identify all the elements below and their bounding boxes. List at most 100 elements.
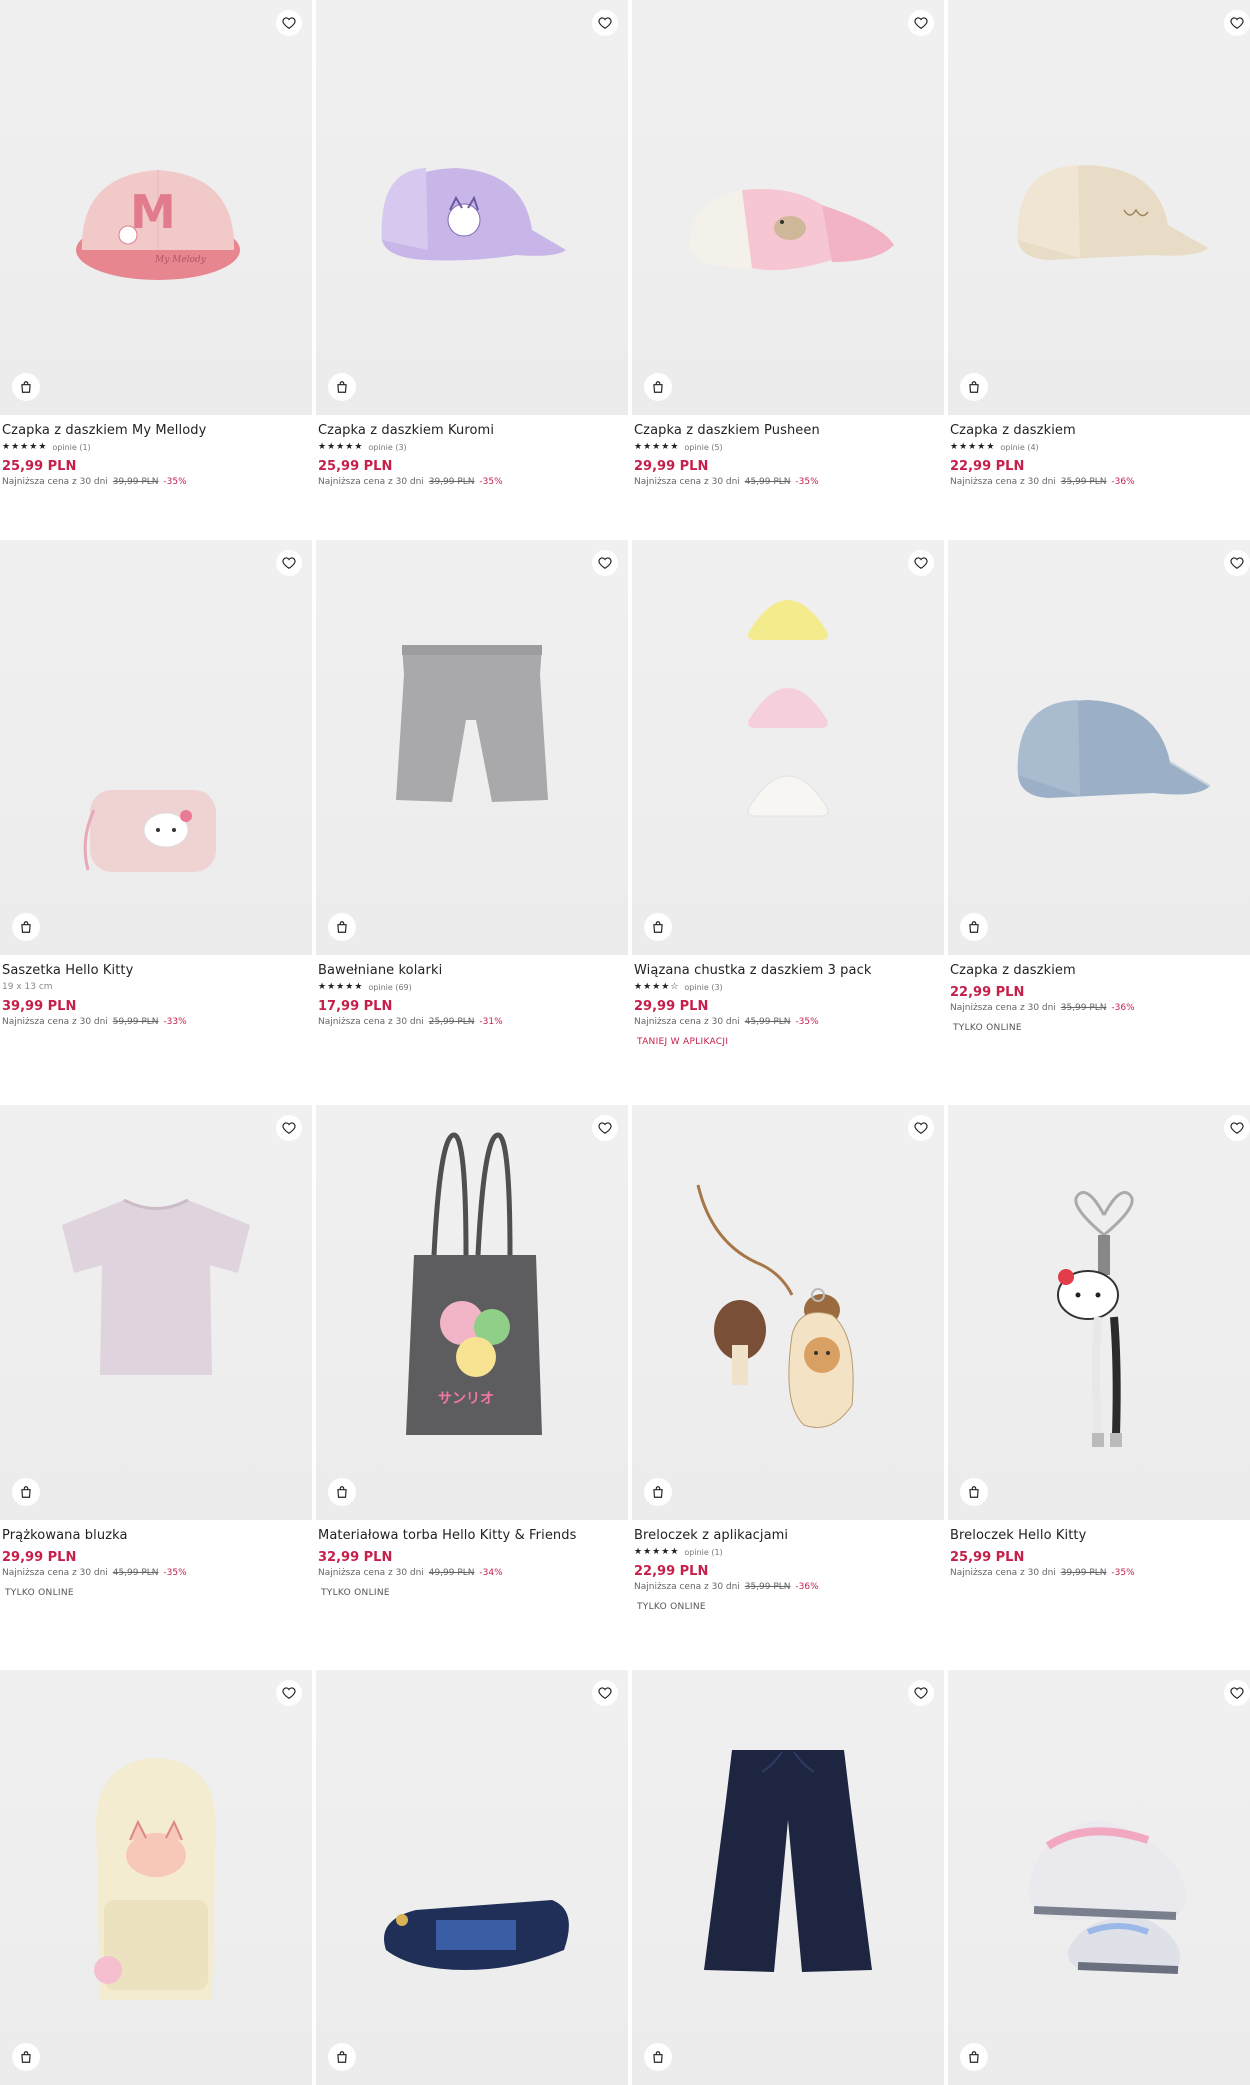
product-card[interactable]: Czapka z daszkiem ★ ★ ★ ★ ★ opinie (4) 22,99…	[948, 0, 1250, 488]
product-image[interactable]	[316, 1670, 628, 2085]
wishlist-button[interactable]	[1224, 10, 1250, 36]
product-name[interactable]: Czapka z daszkiem	[950, 963, 1250, 979]
product-image[interactable]	[0, 540, 312, 955]
heart-icon	[1230, 17, 1244, 29]
add-to-cart-button[interactable]	[328, 1478, 356, 1506]
star-icon: ★	[670, 1547, 679, 1557]
add-to-cart-button[interactable]	[960, 373, 988, 401]
product-card[interactable]	[0, 1670, 312, 2085]
product-image[interactable]	[316, 540, 628, 955]
product-card[interactable]: Czapka z daszkiem Pusheen ★ ★ ★ ★ ★ opinie (…	[632, 0, 944, 488]
product-card[interactable]: Czapka z daszkiem Kuromi ★ ★ ★ ★ ★ opinie (3…	[316, 0, 628, 488]
product-image[interactable]	[632, 0, 944, 415]
product-name[interactable]: Bawełniane kolarki	[318, 963, 626, 979]
wishlist-button[interactable]	[908, 10, 934, 36]
product-card[interactable]: Wiązana chustka z daszkiem 3 pack ★ ★ ★ ★ ☆ …	[632, 540, 944, 1048]
svg-text:サンリオ: サンリオ	[438, 1391, 494, 1407]
product-name[interactable]: Saszetka Hello Kitty	[2, 963, 310, 979]
add-to-cart-button[interactable]	[960, 1478, 988, 1506]
product-name[interactable]: Breloczek z aplikacjami	[634, 1528, 942, 1544]
product-image[interactable]	[316, 0, 628, 415]
wishlist-button[interactable]	[1224, 1115, 1250, 1141]
product-card[interactable]: Bawełniane kolarki ★ ★ ★ ★ ★ opinie (69) 17,…	[316, 540, 628, 1028]
product-name[interactable]: Materiałowa torba Hello Kitty & Friends	[318, 1528, 626, 1544]
product-card[interactable]	[948, 1670, 1250, 2085]
product-image[interactable]	[632, 1105, 944, 1520]
product-card[interactable]	[316, 1670, 628, 2085]
wishlist-button[interactable]	[1224, 550, 1250, 576]
add-to-cart-button[interactable]	[960, 2043, 988, 2071]
product-image[interactable]	[948, 1670, 1250, 2085]
product-card[interactable]: Czapka z daszkiem 22,99 PLN Najniższa ce…	[948, 540, 1250, 1034]
product-card[interactable]: M My Melody Czapka z daszkiem My Mellody…	[0, 0, 312, 488]
product-image[interactable]	[948, 0, 1250, 415]
product-name[interactable]: Czapka z daszkiem Kuromi	[318, 423, 626, 439]
wishlist-button[interactable]	[908, 1680, 934, 1706]
product-image[interactable]: サンリオ	[316, 1105, 628, 1520]
add-to-cart-button[interactable]	[328, 373, 356, 401]
star-icon: ★	[959, 442, 968, 452]
product-image[interactable]	[948, 1105, 1250, 1520]
wishlist-button[interactable]	[592, 1115, 618, 1141]
product-image[interactable]	[632, 1670, 944, 2085]
lowest-price-label: Najniższa cena z 30 dni	[318, 1017, 424, 1027]
star-icon: ★	[327, 982, 336, 992]
product-image[interactable]	[0, 1105, 312, 1520]
product-image[interactable]	[0, 1670, 312, 2085]
shopping-bag-icon	[653, 921, 663, 933]
wishlist-button[interactable]	[908, 1115, 934, 1141]
review-count: opinie (5)	[684, 443, 723, 452]
product-name[interactable]: Czapka z daszkiem Pusheen	[634, 423, 942, 439]
product-image[interactable]: M My Melody	[0, 0, 312, 415]
add-to-cart-button[interactable]	[644, 1478, 672, 1506]
rating-stars: ★ ★ ★ ★ ★	[318, 983, 362, 992]
product-name[interactable]: Czapka z daszkiem	[950, 423, 1250, 439]
heart-icon	[598, 17, 612, 29]
product-image[interactable]	[632, 540, 944, 955]
product-card[interactable]: Breloczek z aplikacjami ★ ★ ★ ★ ★ opinie (1)…	[632, 1105, 944, 1613]
shopping-bag-icon	[653, 381, 663, 393]
product-name[interactable]: Wiązana chustka z daszkiem 3 pack	[634, 963, 942, 979]
wishlist-button[interactable]	[908, 550, 934, 576]
wishlist-button[interactable]	[592, 10, 618, 36]
add-to-cart-button[interactable]	[644, 2043, 672, 2071]
wishlist-button[interactable]	[276, 550, 302, 576]
lowest-price-note: Najniższa cena z 30 dni 35,99 PLN -36%	[950, 1003, 1250, 1014]
add-to-cart-button[interactable]	[328, 2043, 356, 2071]
discount-badge: -35%	[479, 477, 503, 487]
add-to-cart-button[interactable]	[12, 373, 40, 401]
add-to-cart-button[interactable]	[644, 913, 672, 941]
add-to-cart-button[interactable]	[960, 913, 988, 941]
wishlist-button[interactable]	[276, 1115, 302, 1141]
product-image[interactable]	[948, 540, 1250, 955]
lowest-price-note: Najniższa cena z 30 dni 35,99 PLN -36%	[634, 1582, 942, 1593]
add-to-cart-button[interactable]	[328, 913, 356, 941]
add-to-cart-button[interactable]	[12, 913, 40, 941]
heart-icon	[1230, 1687, 1244, 1699]
product-name[interactable]: Breloczek Hello Kitty	[950, 1528, 1250, 1544]
star-icon: ★	[11, 442, 20, 452]
wishlist-button[interactable]	[592, 1680, 618, 1706]
shopping-bag-icon	[653, 1486, 663, 1498]
product-name[interactable]: Czapka z daszkiem My Mellody	[2, 423, 310, 439]
add-to-cart-button[interactable]	[12, 2043, 40, 2071]
product-photo	[1017, 165, 1208, 260]
wishlist-button[interactable]	[276, 10, 302, 36]
product-name[interactable]: Prążkowana bluzka	[2, 1528, 310, 1544]
add-to-cart-button[interactable]	[644, 373, 672, 401]
wishlist-button[interactable]	[592, 550, 618, 576]
product-card[interactable]: Breloczek Hello Kitty 25,99 PLN Najniższ…	[948, 1105, 1250, 1579]
wishlist-button[interactable]	[276, 1680, 302, 1706]
old-price: 45,99 PLN	[744, 1017, 791, 1027]
old-price: 25,99 PLN	[428, 1017, 475, 1027]
product-price: 29,99 PLN	[634, 999, 709, 1014]
product-card[interactable]: サンリオ Materiałowa torba Hello Kitty & Fri…	[316, 1105, 628, 1599]
add-to-cart-button[interactable]	[12, 1478, 40, 1506]
old-price: 39,99 PLN	[1060, 1568, 1107, 1578]
shopping-bag-icon	[21, 381, 31, 393]
product-card[interactable]: Prążkowana bluzka 29,99 PLN Najniższa ce…	[0, 1105, 312, 1599]
product-card[interactable]: Saszetka Hello Kitty 19 x 13 cm 39,99 PL…	[0, 540, 312, 1028]
product-card[interactable]	[632, 1670, 944, 2085]
shopping-bag-icon	[969, 381, 979, 393]
wishlist-button[interactable]	[1224, 1680, 1250, 1706]
